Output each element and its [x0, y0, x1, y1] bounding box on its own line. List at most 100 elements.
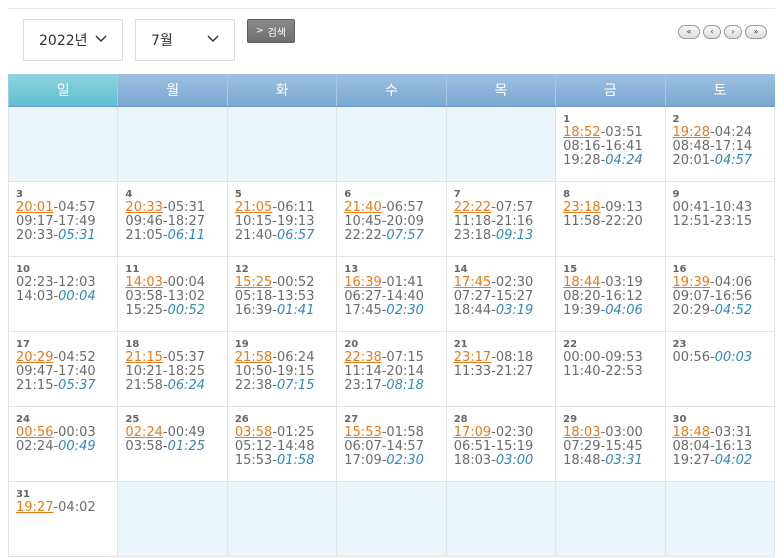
moon-times: 15:53-01:58 — [235, 454, 336, 468]
week-row: 10 02:23-12:03 14:03-00:04 11 14:03-00:04 03:… — [7, 256, 776, 332]
moon-times: 23:18-09:13 — [454, 229, 555, 243]
sunrise-link[interactable]: 19:27 — [16, 500, 53, 515]
moonrise-time: 23:18- — [453, 228, 496, 243]
moon-time: 00:49 — [58, 439, 96, 454]
moon-time: 00:03 — [714, 350, 753, 365]
moon-times: 23:17-08:18 — [344, 379, 445, 393]
twilight-times: 02:24-00:49 — [16, 440, 117, 454]
sunrise-link[interactable]: 21:05 — [235, 200, 272, 215]
sunrise-link[interactable]: 03:58 — [235, 425, 272, 440]
day-cell: 9 00:41-10:43 12:51-23:15 — [664, 181, 776, 257]
twilight-value: 08:48-17:14 — [672, 139, 753, 154]
day-cell: 16 19:39-04:06 09:07-16:56 20:29-04:52 — [664, 256, 776, 332]
sun-times: 15:53-01:58 — [344, 426, 445, 440]
sun-times: 23:17-08:18 — [454, 351, 555, 365]
sun-times: 18:44-03:19 — [563, 276, 664, 290]
sunrise-link[interactable]: 18:44 — [563, 275, 600, 290]
search-button[interactable]: > 검색 — [247, 19, 295, 43]
empty-day-cell — [7, 106, 119, 182]
twilight-value: 07:27-15:27 — [453, 289, 534, 304]
twilight-times: 12:51-23:15 — [673, 215, 774, 229]
day-content: 16 19:39-04:06 09:07-16:56 20:29-04:52 — [666, 257, 774, 318]
prev-year-button[interactable]: « — [678, 25, 700, 39]
sunrise-link[interactable]: 23:17 — [454, 350, 491, 365]
sun-times: 18:03-03:00 — [563, 426, 664, 440]
sunset-time: -09:13 — [600, 200, 643, 215]
twilight-times: 06:07-14:57 — [344, 440, 445, 454]
sunset-time: -07:57 — [491, 200, 534, 215]
twilight-times: 10:45-20:09 — [344, 215, 445, 229]
sunrise-link[interactable]: 15:53 — [344, 425, 381, 440]
next-month-button[interactable]: › — [724, 25, 742, 39]
moonrise-time: 20:29- — [672, 303, 715, 318]
sunset-time: -01:58 — [381, 425, 424, 440]
moonset-time: 04:57 — [714, 153, 753, 168]
sunrise-link[interactable]: 17:09 — [454, 425, 491, 440]
twilight-times: 08:04-16:13 — [673, 440, 774, 454]
sunset-time: 00:41-10:43 — [672, 200, 753, 215]
sunrise-link[interactable]: 17:45 — [454, 275, 491, 290]
day-content: 29 18:03-03:00 07:29-15:45 18:48-03:31 — [556, 407, 664, 468]
twilight-times: 05:18-13:53 — [235, 290, 336, 304]
sunrise-link[interactable]: 18:03 — [563, 425, 600, 440]
sunrise-link[interactable]: 23:18 — [563, 200, 600, 215]
sunrise-link[interactable]: 19:28 — [673, 125, 710, 140]
sunrise-link[interactable]: 16:39 — [344, 275, 381, 290]
sun-times: 22:38-07:15 — [344, 351, 445, 365]
twilight-value: 03:58-13:02 — [125, 289, 206, 304]
sunrise-link[interactable]: 15:25 — [235, 275, 272, 290]
weekday-thu: 목 — [445, 74, 556, 107]
sunrise-link[interactable]: 20:33 — [125, 200, 162, 215]
twilight-times: 09:46-18:27 — [125, 215, 226, 229]
sunrise-link[interactable]: 22:22 — [454, 200, 491, 215]
sunrise-link[interactable]: 21:15 — [125, 350, 162, 365]
sunrise-link[interactable]: 22:38 — [344, 350, 381, 365]
twilight-times: 05:12-14:48 — [235, 440, 336, 454]
sunrise-link[interactable]: 00:56 — [16, 425, 53, 440]
day-cell: 23 00:56-00:03 — [664, 331, 776, 407]
month-select[interactable]: 7월 — [135, 19, 235, 61]
day-cell: 4 20:33-05:31 09:46-18:27 21:05-06:11 — [117, 181, 228, 257]
moonset-time: 02:30 — [386, 303, 424, 318]
sun-times: 19:27-04:02 — [16, 501, 117, 515]
moon-times: 20:33-05:31 — [16, 229, 117, 243]
twilight-value: 09:07-16:56 — [672, 289, 753, 304]
moon-times: 15:25-00:52 — [125, 304, 226, 318]
twilight-times: 08:48-17:14 — [673, 140, 774, 154]
moonrise-time: 16:39- — [234, 303, 277, 318]
calendar-body: 1 18:52-03:51 08:16-16:41 19:28-04:24 2 19:28… — [7, 106, 776, 557]
day-cell: 18 21:15-05:37 10:21-18:25 21:58-06:24 — [117, 331, 228, 407]
sun-times: 02:23-12:03 — [16, 276, 117, 290]
sunset-time: -02:30 — [491, 275, 534, 290]
sunrise-link[interactable]: 02:24 — [125, 425, 162, 440]
sunset-time: -08:18 — [491, 350, 534, 365]
week-row: 1 18:52-03:51 08:16-16:41 19:28-04:24 2 19:28… — [7, 106, 776, 182]
sunrise-link[interactable]: 19:39 — [673, 275, 710, 290]
moonset-time: 05:37 — [58, 378, 96, 393]
empty-day-cell — [336, 106, 447, 182]
moonset-time: 04:06 — [605, 303, 643, 318]
next-year-button[interactable]: » — [745, 25, 767, 39]
sunrise-link[interactable]: 18:48 — [673, 425, 710, 440]
moonset-time: 06:24 — [167, 378, 206, 393]
prev-month-button[interactable]: ‹ — [703, 25, 721, 39]
toolbar: 2022년 7월 > 검색 « ‹ › » — [8, 8, 775, 75]
empty-day-cell — [117, 481, 228, 557]
moonrise-time: 15:53- — [234, 453, 277, 468]
twilight-value: 10:15-19:13 — [234, 214, 315, 229]
calendar-page: 2022년 7월 > 검색 « ‹ › » 일 월 화 수 목 금 토 1 18… — [0, 0, 784, 558]
sunrise-link[interactable]: 20:29 — [16, 350, 53, 365]
sunset-time: -02:30 — [491, 425, 534, 440]
day-content: 24 00:56-00:03 02:24-00:49 — [9, 407, 117, 454]
twilight-value: 10:50-19:15 — [234, 364, 315, 379]
twilight-value: 06:27-14:40 — [344, 289, 424, 304]
sunrise-link[interactable]: 14:03 — [125, 275, 162, 290]
sunrise-link[interactable]: 18:52 — [563, 125, 600, 140]
sunrise-link[interactable]: 21:58 — [235, 350, 272, 365]
moonset-time: 08:18 — [386, 378, 424, 393]
twilight-times: 10:50-19:15 — [235, 365, 336, 379]
day-cell: 17 20:29-04:52 09:47-17:40 21:15-05:37 — [7, 331, 119, 407]
year-select[interactable]: 2022년 — [23, 19, 123, 61]
sunrise-link[interactable]: 20:01 — [16, 200, 53, 215]
sunrise-link[interactable]: 21:40 — [344, 200, 381, 215]
